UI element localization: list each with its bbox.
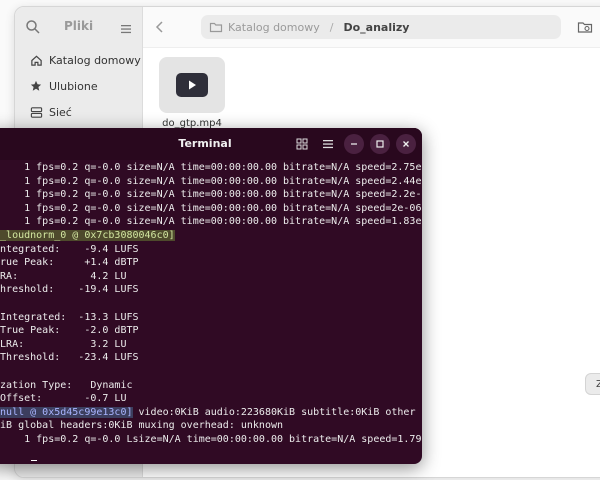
sidebar-item-label: Sieć — [49, 105, 72, 119]
terminal-output[interactable]: = 1 fps=0.2 q=-0.0 size=N/A time=00:00:0… — [0, 161, 422, 461]
terminal-highlight: 0/null @ 0x5d45c99e13c0] — [0, 406, 133, 418]
path-home-segment[interactable]: Katalog domowy — [228, 21, 320, 34]
hamburger-menu-icon[interactable] — [318, 134, 338, 154]
terminal-line: t Threshold: -23.4 LUFS — [0, 351, 422, 365]
terminal-text: 0KiB global headers:0KiB muxing overhead… — [0, 420, 284, 432]
terminal-line: Threshold: -19.4 LUFS — [0, 283, 422, 297]
terminal-line: = 1 fps=0.2 q=-0.0 Lsize=N/A time=00:00:… — [0, 433, 422, 447]
terminal-text: True Peak: +1.4 dBTP — [0, 257, 139, 269]
terminal-text: t True Peak: -2.0 dBTP — [0, 325, 139, 337]
terminal-text: Integrated: -9.4 LUFS — [0, 243, 139, 255]
terminal-text: = 1 fps=0.2 q=-0.0 size=N/A time=00:00:0… — [0, 202, 422, 214]
terminal-text: = 1 fps=0.2 q=-0.0 size=N/A time=00:00:0… — [0, 162, 422, 173]
terminal-line: t LRA: 3.2 LU — [0, 338, 422, 352]
minimize-icon[interactable] — [344, 134, 364, 154]
terminal-line: t Integrated: -13.3 LUFS — [0, 311, 422, 325]
maximize-icon[interactable] — [370, 134, 390, 154]
star-icon — [29, 79, 43, 93]
terminal-line: t Offset: -0.7 LU — [0, 392, 422, 406]
file-item[interactable]: do_gtp.mp4 — [159, 57, 225, 129]
terminal-line: alizy $ — [0, 460, 422, 461]
path-bar[interactable]: Katalog domowy / Do_analizy — [201, 15, 561, 39]
sidebar-item-label: Ulubione — [49, 79, 98, 93]
file-manager-header: Katalog domowy / Do_analizy — [143, 7, 600, 48]
home-folder-icon — [209, 20, 223, 34]
terminal-text: t Threshold: -23.4 LUFS — [0, 352, 139, 364]
new-folder-icon[interactable] — [577, 19, 593, 35]
home-icon — [29, 53, 43, 67]
terminal-text: = 1 fps=0.2 q=-0.0 size=N/A time=00:00:0… — [0, 216, 422, 228]
terminal-line: ed_loudnorm_0 @ 0x7cb3080046c0] — [0, 229, 422, 243]
terminal-line: = 1 fps=0.2 q=-0.0 size=N/A time=00:00:0… — [0, 175, 422, 189]
terminal-text: LRA: 4.2 LU — [0, 270, 127, 282]
sidebar-item-favorites[interactable]: Ulubione — [15, 73, 142, 99]
video-file-icon — [159, 57, 225, 113]
terminal-line: lization Type: Dynamic — [0, 379, 422, 393]
path-current-segment[interactable]: Do_analizy — [343, 21, 409, 34]
terminal-titlebar[interactable]: Terminal — [0, 128, 422, 160]
terminal-text: lization Type: Dynamic — [0, 379, 133, 391]
terminal-line: t True Peak: -2.0 dBTP — [0, 324, 422, 338]
terminal-text: video:0KiB audio:223680KiB subtitle:0KiB… — [132, 406, 422, 418]
terminal-line: Integrated: -9.4 LUFS — [0, 243, 422, 257]
network-icon — [29, 105, 43, 119]
terminal-text: = 1 fps=0.2 q=-0.0 size=N/A time=00:00:0… — [0, 189, 422, 201]
terminal-cursor — [31, 460, 38, 461]
terminal-text: t Integrated: -13.3 LUFS — [0, 311, 139, 323]
terminal-window[interactable]: Terminal = 1 fps=0.2 q=-0.0 size=N/A tim… — [0, 128, 422, 464]
terminal-line: 0KiB global headers:0KiB muxing overhead… — [0, 419, 422, 433]
terminal-text: t LRA: 3.2 LU — [0, 338, 127, 350]
terminal-line: 0/null @ 0x5d45c99e13c0] video:0KiB audi… — [0, 406, 422, 420]
terminal-line: = 1 fps=0.2 q=-0.0 size=N/A time=00:00:0… — [0, 188, 422, 202]
close-icon[interactable] — [396, 134, 416, 154]
terminal-text: = 1 fps=0.2 q=-0.0 size=N/A time=00:00:0… — [0, 175, 422, 187]
terminal-text: t Offset: -0.7 LU — [0, 393, 127, 405]
terminal-line: = 1 fps=0.2 q=-0.0 size=N/A time=00:00:0… — [0, 161, 422, 175]
sidebar-header: Pliki — [15, 7, 142, 47]
selection-status: Zaznaczono „do_gtp.mp4” (7, — [585, 373, 600, 395]
sidebar-item-home[interactable]: Katalog domowy — [15, 47, 142, 73]
path-separator: / — [329, 20, 334, 34]
grid-view-icon[interactable] — [292, 134, 312, 154]
hamburger-menu-icon[interactable] — [120, 20, 132, 34]
sidebar-item-network[interactable]: Sieć — [15, 99, 142, 125]
terminal-line: = 1 fps=0.2 q=-0.0 size=N/A time=00:00:0… — [0, 202, 422, 216]
terminal-text: = 1 fps=0.2 q=-0.0 Lsize=N/A time=00:00:… — [0, 433, 422, 445]
terminal-text: Threshold: -19.4 LUFS — [0, 284, 139, 296]
back-arrow-icon[interactable] — [153, 19, 167, 33]
terminal-highlight: ed_loudnorm_0 @ 0x7cb3080046c0] — [0, 229, 175, 241]
terminal-line: True Peak: +1.4 dBTP — [0, 256, 422, 270]
terminal-line: LRA: 4.2 LU — [0, 270, 422, 284]
terminal-line: = 1 fps=0.2 q=-0.0 size=N/A time=00:00:0… — [0, 215, 422, 229]
sidebar-item-label: Katalog domowy — [49, 53, 141, 67]
